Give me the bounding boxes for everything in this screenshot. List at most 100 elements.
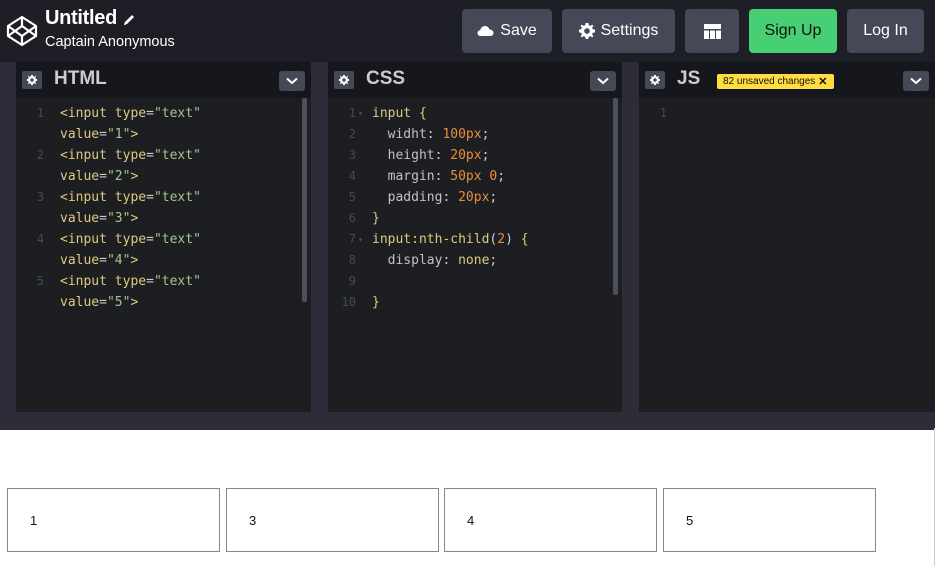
top-header: Untitled Captain Anonymous Save Settings… [0, 0, 935, 62]
code-token: ; [497, 169, 506, 184]
code-token: 2 [497, 232, 506, 247]
pen-title[interactable]: Untitled [45, 7, 117, 30]
layout-icon [703, 23, 721, 39]
code-token: 20px [450, 148, 482, 163]
code-text: value="5"> [60, 292, 138, 313]
code-line[interactable]: 10} [328, 292, 622, 313]
code-token: = [146, 232, 154, 247]
gear-icon [650, 75, 660, 85]
html-settings-button[interactable] [22, 71, 42, 89]
code-token: none [458, 253, 490, 268]
pencil-icon[interactable] [122, 13, 136, 27]
js-pane-title: JS [677, 68, 701, 89]
html-scrollbar[interactable] [302, 98, 307, 302]
code-line[interactable]: value="3"> [16, 208, 311, 229]
line-number: 2 [348, 127, 356, 141]
css-code-editor[interactable]: 1 ▾ input {2 widht: 100px; 3 height: 20px; 4… [328, 98, 622, 412]
html-editor-pane: HTML 1 <input type="text" value="1"> 2 <inpu… [16, 62, 311, 412]
code-line[interactable]: 8 display: none; [328, 250, 622, 271]
preview-input[interactable]: 5 [663, 488, 876, 552]
line-number: 7 [348, 232, 356, 246]
code-line[interactable]: 2 widht: 100px; [328, 124, 622, 145]
chevron-down-icon [910, 77, 922, 85]
css-settings-button[interactable] [334, 71, 354, 89]
sign-up-button[interactable]: Sign Up [749, 9, 837, 53]
code-line[interactable]: 5 <input type="text" [16, 271, 311, 292]
code-token: : [434, 169, 451, 184]
code-token: value [60, 127, 100, 142]
code-token: ; [489, 190, 498, 205]
code-line[interactable]: value="1"> [16, 124, 311, 145]
preview-input[interactable]: 4 [444, 488, 657, 552]
pen-author[interactable]: Captain Anonymous [45, 34, 175, 50]
unsaved-changes-badge[interactable]: 82 unsaved changes ✕ [717, 74, 834, 89]
code-line[interactable]: 5 padding: 20px; [328, 187, 622, 208]
js-settings-button[interactable] [645, 71, 665, 89]
code-token: type [114, 274, 147, 289]
js-code-editor[interactable]: 1 [639, 98, 935, 412]
code-text: } [372, 208, 380, 229]
fold-arrow-icon[interactable]: ▾ [358, 229, 363, 250]
code-token: type [114, 148, 147, 163]
code-token: display [372, 253, 443, 268]
code-token: "text" [153, 232, 201, 247]
code-line[interactable]: 1 [639, 103, 935, 124]
code-line[interactable]: 1 <input type="text" [16, 103, 311, 124]
close-icon[interactable]: ✕ [818, 75, 827, 88]
line-number: 3 [36, 190, 44, 204]
code-token: } [372, 211, 380, 226]
code-line[interactable]: value="4"> [16, 250, 311, 271]
gear-icon [578, 23, 595, 39]
code-line[interactable]: value="2"> [16, 166, 311, 187]
line-number: 5 [348, 190, 356, 204]
code-line[interactable]: 2 <input type="text" [16, 145, 311, 166]
code-text: value="1"> [60, 124, 138, 145]
code-line[interactable]: value="5"> [16, 292, 311, 313]
code-token: : [434, 148, 451, 163]
code-line[interactable]: 7 ▾ input:nth-child(2) { [328, 229, 622, 250]
code-line[interactable]: 3 <input type="text" [16, 187, 311, 208]
code-text: <input type="text" [60, 271, 201, 292]
log-in-button[interactable]: Log In [847, 9, 924, 53]
code-text: margin: 50px 0; [372, 166, 505, 187]
line-number: 4 [348, 169, 356, 183]
line-number: 1 [348, 106, 356, 120]
code-text: value="4"> [60, 250, 138, 271]
html-collapse-button[interactable] [279, 71, 305, 91]
css-pane-title: CSS [366, 68, 406, 89]
code-token: "2" [106, 169, 131, 184]
code-line[interactable]: 1 ▾ input { [328, 103, 622, 124]
code-line[interactable]: 4 <input type="text" [16, 229, 311, 250]
html-pane-header: HTML [16, 62, 311, 98]
line-number: 1 [36, 106, 44, 120]
change-view-button[interactable] [685, 9, 739, 53]
line-number: 5 [36, 274, 44, 288]
code-token: 20px [458, 190, 490, 205]
code-text: value="3"> [60, 208, 138, 229]
code-token: "4" [106, 253, 131, 268]
codepen-logo-icon[interactable] [5, 14, 39, 48]
css-scrollbar[interactable] [613, 98, 618, 295]
fold-arrow-icon[interactable]: ▾ [358, 103, 363, 124]
code-token: = [146, 274, 154, 289]
css-collapse-button[interactable] [590, 71, 616, 91]
code-text: <input type="text" [60, 145, 201, 166]
preview-input[interactable]: 3 [226, 488, 439, 552]
settings-button[interactable]: Settings [562, 9, 675, 53]
code-text: <input type="text" [60, 103, 201, 124]
save-button[interactable]: Save [462, 9, 552, 53]
code-text: <input type="text" [60, 229, 201, 250]
code-token: <input [60, 190, 115, 205]
chevron-down-icon [286, 77, 298, 85]
code-token: > [130, 127, 139, 142]
preview-input[interactable]: 1 [7, 488, 220, 552]
js-collapse-button[interactable] [903, 71, 929, 91]
code-line[interactable]: 9 [328, 271, 622, 292]
code-line[interactable]: 3 height: 20px; [328, 145, 622, 166]
code-line[interactable]: 4 margin: 50px 0; [328, 166, 622, 187]
code-token: <input [60, 274, 115, 289]
html-code-editor[interactable]: 1 <input type="text" value="1"> 2 <input typ… [16, 98, 311, 412]
code-token: padding [372, 190, 443, 205]
code-line[interactable]: 6} [328, 208, 622, 229]
code-token: = [99, 211, 107, 226]
